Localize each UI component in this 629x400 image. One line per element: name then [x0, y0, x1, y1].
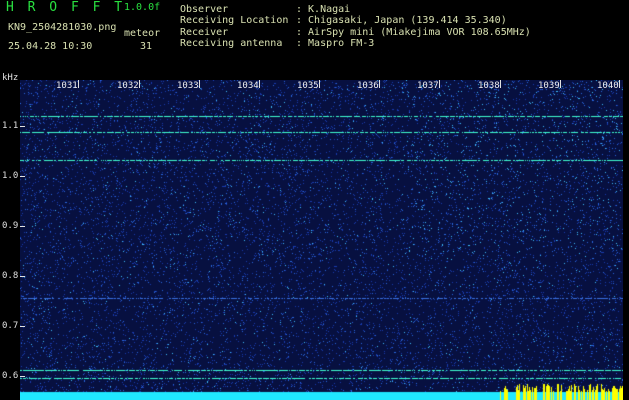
spectrogram: [20, 80, 623, 400]
y-tick-label: 0.8: [2, 271, 19, 281]
version-label: 1.0.0f: [124, 2, 161, 13]
x-tick-label: 1036: [357, 81, 379, 91]
date-time: 25.04.28 10:30: [8, 41, 93, 52]
x-tick-label: 1035: [297, 81, 319, 91]
x-tick-label: 1032: [117, 81, 139, 91]
y-tick-label: 0.7: [2, 321, 19, 331]
x-tick: [439, 80, 440, 88]
y-tick: [20, 376, 25, 377]
x-tick: [259, 80, 260, 88]
location-value: : Chigasaki, Japan (139.414 35.340): [296, 15, 507, 26]
spectrogram-canvas: [20, 80, 623, 400]
x-tick-label: 1039: [538, 81, 560, 91]
x-tick: [379, 80, 380, 88]
x-tick: [199, 80, 200, 88]
y-tick: [20, 126, 25, 127]
y-tick-label: 0.9: [2, 221, 19, 231]
observer-label: Observer: [180, 4, 229, 15]
x-tick-label: 1038: [478, 81, 500, 91]
receiver-label: Receiver: [180, 27, 229, 38]
x-tick-label: 1037: [417, 81, 439, 91]
x-tick-label: 1031: [56, 81, 78, 91]
y-tick-label: 1.1: [2, 121, 19, 131]
y-unit-label: kHz: [2, 73, 19, 83]
app-title: H R O F F T: [6, 0, 126, 15]
antenna-label: Receiving antenna: [180, 38, 283, 49]
mode-label: meteor: [124, 28, 161, 39]
observer-value: : K.Nagai: [296, 4, 351, 15]
antenna-value: : Maspro FM-3: [296, 38, 375, 49]
x-tick: [319, 80, 320, 88]
x-tick: [78, 80, 79, 88]
x-tick: [139, 80, 140, 88]
y-tick: [20, 176, 25, 177]
y-tick-label: 0.6: [2, 371, 19, 381]
x-tick-label: 1040: [597, 81, 619, 91]
x-tick-label: 1034: [237, 81, 259, 91]
file-name: KN9_2504281030.png: [8, 22, 117, 33]
location-label: Receiving Location: [180, 15, 289, 26]
receiver-value: : AirSpy mini (Miakejima VOR 108.65MHz): [296, 27, 531, 38]
y-tick: [20, 276, 25, 277]
y-tick-label: 1.0: [2, 171, 19, 181]
x-tick: [560, 80, 561, 88]
x-tick: [500, 80, 501, 88]
x-tick: [619, 80, 620, 88]
x-tick-label: 1033: [177, 81, 199, 91]
meteor-count: 31: [140, 41, 153, 52]
y-tick: [20, 326, 25, 327]
y-tick: [20, 226, 25, 227]
